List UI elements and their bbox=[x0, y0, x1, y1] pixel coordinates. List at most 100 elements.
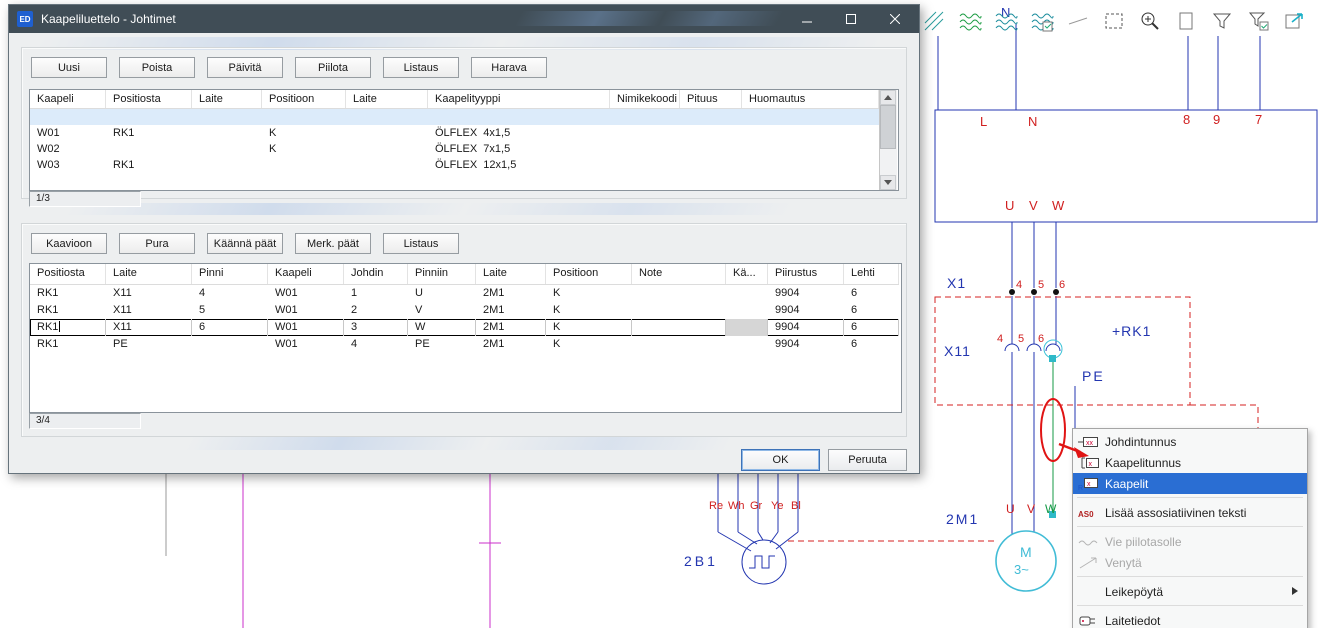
filter-checked-icon[interactable] bbox=[1244, 7, 1272, 35]
table-cell[interactable]: 2 bbox=[344, 302, 408, 319]
zoom-window-icon[interactable] bbox=[1100, 7, 1128, 35]
table-cell[interactable]: 3 bbox=[344, 319, 408, 336]
table-cell[interactable]: 5 bbox=[192, 302, 268, 319]
table-cell[interactable]: PE bbox=[408, 336, 476, 353]
table-cell[interactable] bbox=[680, 141, 742, 157]
minimize-button[interactable] bbox=[785, 5, 829, 33]
table-cell[interactable]: 6 bbox=[844, 336, 899, 353]
table-cell[interactable]: W01 bbox=[268, 319, 344, 336]
table-cell[interactable]: RK1 bbox=[30, 302, 106, 319]
table-cell[interactable] bbox=[742, 141, 879, 157]
waves-checked-icon[interactable] bbox=[1028, 7, 1056, 35]
table-cell[interactable] bbox=[106, 141, 192, 157]
table-cell[interactable]: K bbox=[546, 285, 632, 302]
table-cell[interactable] bbox=[632, 302, 726, 319]
table-cell[interactable] bbox=[192, 157, 262, 173]
column-header-laite[interactable]: Laite bbox=[192, 90, 262, 108]
table-cell[interactable]: W bbox=[408, 319, 476, 336]
table-cell[interactable] bbox=[192, 141, 262, 157]
column-header-positiosta[interactable]: Positiosta bbox=[106, 90, 192, 108]
table-cell[interactable]: 9904 bbox=[768, 302, 844, 319]
button-kaavioon[interactable]: Kaavioon bbox=[31, 233, 107, 254]
table-cell[interactable]: 2M1 bbox=[476, 336, 546, 353]
button-listaus[interactable]: Listaus bbox=[383, 57, 459, 78]
column-header-positioon[interactable]: Positioon bbox=[546, 264, 632, 284]
cancel-button[interactable]: Peruuta bbox=[828, 449, 907, 471]
table-cell[interactable]: X11 bbox=[106, 319, 192, 336]
table-cell[interactable]: RK1 bbox=[30, 336, 106, 353]
hatch-lines-icon[interactable] bbox=[920, 7, 948, 35]
dialog-titlebar[interactable]: ED Kaapeliluettelo - Johtimet bbox=[9, 5, 919, 33]
table-cell[interactable]: K bbox=[546, 319, 632, 336]
column-header-positiosta[interactable]: Positiosta bbox=[30, 264, 106, 284]
table-cell[interactable] bbox=[428, 109, 610, 125]
table-cell[interactable] bbox=[192, 109, 262, 125]
table-cell[interactable]: 6 bbox=[844, 302, 899, 319]
column-header-kaapelityyppi[interactable]: Kaapelityyppi bbox=[428, 90, 610, 108]
table-cell[interactable]: 2M1 bbox=[476, 319, 546, 336]
column-header-nimikekoodi[interactable]: Nimikekoodi bbox=[610, 90, 680, 108]
table-cell[interactable] bbox=[610, 157, 680, 173]
menu-item-kaapelitunnus[interactable]: xKaapelitunnus bbox=[1073, 452, 1307, 473]
slope-line-icon[interactable] bbox=[1064, 7, 1092, 35]
column-header-pituus[interactable]: Pituus bbox=[680, 90, 742, 108]
table-cell[interactable] bbox=[346, 125, 428, 141]
ok-button[interactable]: OK bbox=[741, 449, 820, 471]
menu-item-johdintunnus[interactable]: xxJohdintunnus bbox=[1073, 431, 1307, 452]
table-cell[interactable] bbox=[632, 319, 726, 336]
table-row[interactable] bbox=[30, 109, 879, 125]
table-cell[interactable] bbox=[610, 109, 680, 125]
table-cell[interactable] bbox=[680, 109, 742, 125]
maximize-button[interactable] bbox=[829, 5, 873, 33]
table-cell[interactable]: ÖLFLEX 12x1,5 bbox=[428, 157, 610, 173]
table-cell[interactable] bbox=[106, 109, 192, 125]
table-cell[interactable]: 1 bbox=[344, 285, 408, 302]
button-paivita[interactable]: Päivitä bbox=[207, 57, 283, 78]
column-header-piirustus[interactable]: Piirustus bbox=[768, 264, 844, 284]
table-cell[interactable]: K bbox=[262, 125, 346, 141]
menu-item-lisaa-assosiatiivinen-teksti[interactable]: AS0Lisää assosiatiivinen teksti bbox=[1073, 502, 1307, 523]
table-cell[interactable]: 9904 bbox=[768, 285, 844, 302]
table-cell[interactable] bbox=[346, 157, 428, 173]
column-header-johdin[interactable]: Johdin bbox=[344, 264, 408, 284]
table-cell[interactable]: 6 bbox=[844, 319, 899, 336]
column-header-huomautus[interactable]: Huomautus bbox=[742, 90, 879, 108]
table-cell[interactable]: V bbox=[408, 302, 476, 319]
table-cell[interactable] bbox=[726, 319, 768, 336]
table-cell[interactable]: 6 bbox=[844, 285, 899, 302]
table-cell[interactable] bbox=[726, 336, 768, 353]
table-row[interactable]: W02 K ÖLFLEX 7x1,5 bbox=[30, 141, 879, 157]
table-cell[interactable]: 4 bbox=[192, 285, 268, 302]
table-cell[interactable]: K bbox=[262, 141, 346, 157]
column-header-pinni[interactable]: Pinni bbox=[192, 264, 268, 284]
column-header-laite[interactable]: Laite bbox=[346, 90, 428, 108]
table-cell[interactable]: ÖLFLEX 4x1,5 bbox=[428, 125, 610, 141]
waves-green-icon[interactable] bbox=[956, 7, 984, 35]
zoom-in-icon[interactable] bbox=[1136, 7, 1164, 35]
table-cell[interactable]: PE bbox=[106, 336, 192, 353]
table-cell[interactable] bbox=[610, 141, 680, 157]
column-header-ka[interactable]: Kä... bbox=[726, 264, 768, 284]
table-cell[interactable]: 2M1 bbox=[476, 285, 546, 302]
table-row[interactable]: W01RK1KÖLFLEX 4x1,5 bbox=[30, 125, 879, 141]
table-cell[interactable]: W02 bbox=[30, 141, 106, 157]
table-cell[interactable]: ÖLFLEX 7x1,5 bbox=[428, 141, 610, 157]
column-header-kaapeli[interactable]: Kaapeli bbox=[30, 90, 106, 108]
table-cell[interactable]: 4 bbox=[344, 336, 408, 353]
table-cell[interactable]: RK1 bbox=[106, 157, 192, 173]
table-cell[interactable] bbox=[192, 125, 262, 141]
table-cell[interactable] bbox=[346, 141, 428, 157]
table-cell[interactable]: 9904 bbox=[768, 336, 844, 353]
button-pura[interactable]: Pura bbox=[119, 233, 195, 254]
table-cell[interactable] bbox=[262, 109, 346, 125]
table-cell[interactable] bbox=[726, 302, 768, 319]
table-cell[interactable] bbox=[346, 109, 428, 125]
table-cell[interactable] bbox=[632, 336, 726, 353]
table-cell[interactable] bbox=[192, 336, 268, 353]
column-header-laite[interactable]: Laite bbox=[476, 264, 546, 284]
table-cell[interactable]: X11 bbox=[106, 302, 192, 319]
table-cell[interactable] bbox=[30, 109, 106, 125]
table-cell[interactable] bbox=[726, 285, 768, 302]
page-icon[interactable] bbox=[1172, 7, 1200, 35]
table-cell[interactable]: W01 bbox=[268, 285, 344, 302]
